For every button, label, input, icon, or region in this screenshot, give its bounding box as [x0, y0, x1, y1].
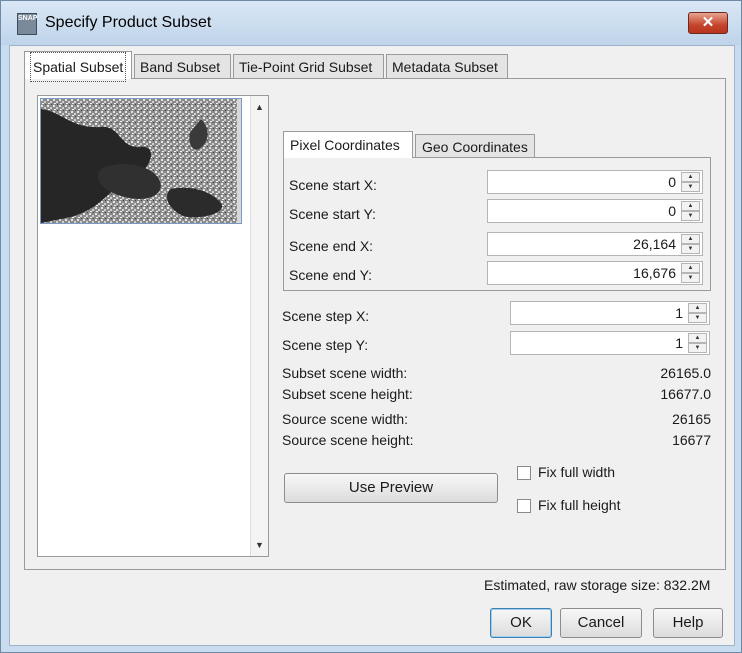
pixel-coordinates-label: Pixel Coordinates	[290, 137, 400, 153]
fix-full-width-label[interactable]: Fix full width	[538, 464, 615, 480]
spin-down-icon[interactable]: ▼	[681, 182, 700, 192]
scene-step-x-value: 1	[675, 305, 683, 321]
snap-app-icon: SNAP	[17, 13, 37, 35]
scene-end-x-label: Scene end X:	[289, 238, 374, 254]
spin-up-icon[interactable]: ▲	[681, 172, 700, 182]
tab-metadata-label: Metadata Subset	[392, 59, 498, 75]
scene-start-x-label: Scene start X:	[289, 177, 377, 193]
spin-up-icon[interactable]: ▲	[688, 303, 707, 313]
scene-start-y-value: 0	[668, 203, 676, 219]
preview-scrollbar[interactable]: ▲ ▼	[250, 96, 268, 556]
scene-end-y-spinner[interactable]: 16,676 ▲ ▼	[487, 261, 703, 285]
use-preview-button[interactable]: Use Preview	[284, 473, 498, 503]
thumbnail-image	[41, 99, 241, 223]
subset-scene-width-label: Subset scene width:	[282, 365, 408, 381]
spin-down-icon[interactable]: ▼	[681, 244, 700, 254]
preview-pane[interactable]: ▲ ▼	[37, 95, 269, 557]
geo-coordinates-label: Geo Coordinates	[422, 139, 528, 155]
tab-metadata-subset[interactable]: Metadata Subset	[386, 54, 508, 78]
scene-step-x-spinner[interactable]: 1 ▲ ▼	[510, 301, 710, 325]
tab-spatial-subset-label: Spatial Subset	[30, 52, 127, 82]
ok-button[interactable]: OK	[490, 608, 552, 638]
spin-down-icon[interactable]: ▼	[688, 313, 707, 323]
scene-start-x-spinner[interactable]: 0 ▲ ▼	[487, 170, 703, 194]
close-button[interactable]: ✕	[688, 12, 728, 34]
scene-end-y-value: 16,676	[633, 265, 676, 281]
spin-up-icon[interactable]: ▲	[688, 333, 707, 343]
scene-start-y-label: Scene start Y:	[289, 206, 376, 222]
tab-tie-point-grid-subset[interactable]: Tie-Point Grid Subset	[233, 54, 384, 78]
tab-band-subset[interactable]: Band Subset	[134, 54, 231, 78]
spin-down-icon[interactable]: ▼	[688, 343, 707, 353]
pixel-coordinates-panel: Scene start X: 0 ▲ ▼ Scene start Y: 0 ▲ ▼ …	[283, 157, 711, 291]
source-scene-width-value: 26165	[672, 411, 711, 427]
scroll-up-icon[interactable]: ▲	[255, 102, 264, 112]
tab-spatial-subset[interactable]: Spatial Subset	[24, 51, 132, 82]
scene-end-y-label: Scene end Y:	[289, 267, 373, 283]
scroll-down-icon[interactable]: ▼	[255, 540, 264, 550]
subset-scene-height-label: Subset scene height:	[282, 386, 413, 402]
spin-down-icon[interactable]: ▼	[681, 211, 700, 221]
spin-down-icon[interactable]: ▼	[681, 273, 700, 283]
scene-end-x-value: 26,164	[633, 236, 676, 252]
spin-up-icon[interactable]: ▲	[681, 263, 700, 273]
product-thumbnail[interactable]	[40, 98, 242, 224]
fix-full-height-label[interactable]: Fix full height	[538, 497, 620, 513]
source-scene-height-value: 16677	[672, 432, 711, 448]
title-bar[interactable]: SNAP Specify Product Subset ✕	[1, 1, 741, 45]
help-button[interactable]: Help	[653, 608, 723, 638]
dialog-window: SNAP Specify Product Subset ✕ Spatial Su…	[0, 0, 742, 653]
scene-step-y-value: 1	[675, 335, 683, 351]
subset-scene-width-value: 26165.0	[660, 365, 711, 381]
scene-step-y-spinner[interactable]: 1 ▲ ▼	[510, 331, 710, 355]
tab-band-subset-label: Band Subset	[140, 59, 221, 75]
dialog-body: Spatial Subset Band Subset Tie-Point Gri…	[9, 45, 735, 646]
spin-up-icon[interactable]: ▲	[681, 234, 700, 244]
spatial-subset-panel: ▲ ▼ Pixel Coordinates Geo Coordinates Sc…	[24, 78, 726, 570]
estimated-storage-size: Estimated, raw storage size: 832.2M	[484, 577, 711, 593]
subset-scene-height-value: 16677.0	[660, 386, 711, 402]
scene-start-x-value: 0	[668, 174, 676, 190]
source-scene-height-label: Source scene height:	[282, 432, 414, 448]
tab-pixel-coordinates[interactable]: Pixel Coordinates	[283, 131, 413, 158]
tab-geo-coordinates[interactable]: Geo Coordinates	[415, 134, 535, 158]
spin-up-icon[interactable]: ▲	[681, 201, 700, 211]
scene-step-x-label: Scene step X:	[282, 308, 370, 324]
scene-step-y-label: Scene step Y:	[282, 337, 369, 353]
scene-start-y-spinner[interactable]: 0 ▲ ▼	[487, 199, 703, 223]
cancel-button[interactable]: Cancel	[560, 608, 642, 638]
fix-full-height-checkbox[interactable]	[517, 499, 531, 513]
dialog-title: Specify Product Subset	[45, 14, 212, 31]
fix-full-width-checkbox[interactable]	[517, 466, 531, 480]
tab-tie-point-label: Tie-Point Grid Subset	[239, 59, 373, 75]
scene-end-x-spinner[interactable]: 26,164 ▲ ▼	[487, 232, 703, 256]
source-scene-width-label: Source scene width:	[282, 411, 409, 427]
